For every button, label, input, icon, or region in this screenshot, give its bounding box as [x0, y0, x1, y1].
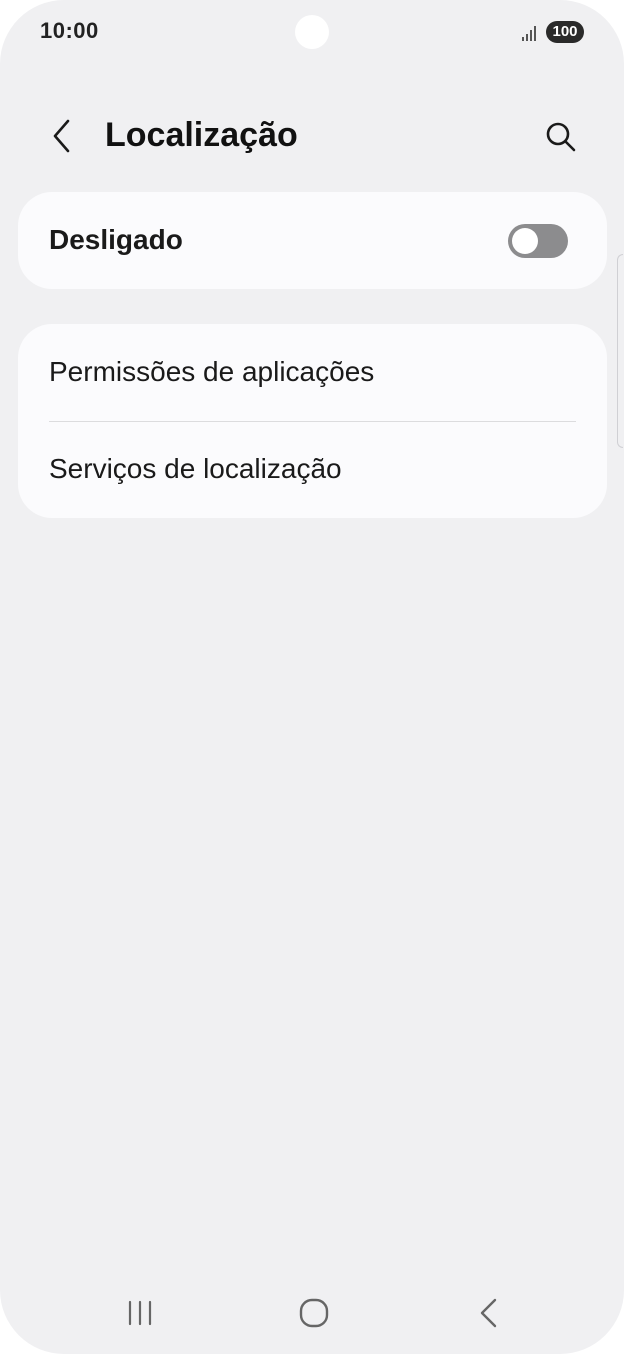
menu-item-label: Permissões de aplicações [49, 356, 375, 387]
search-button[interactable] [538, 114, 584, 160]
page-title: Localização [105, 116, 298, 154]
nav-back-button[interactable] [465, 1292, 513, 1334]
location-options-card: Permissões de aplicações Serviços de loc… [18, 324, 607, 518]
home-button[interactable] [290, 1292, 338, 1334]
status-bar: 10:00 100 [0, 0, 624, 64]
recents-button[interactable] [116, 1292, 164, 1334]
home-icon [299, 1298, 329, 1328]
location-switch[interactable] [508, 224, 568, 258]
battery-indicator: 100 [546, 21, 584, 43]
switch-knob [512, 228, 538, 254]
app-bar: Localização [0, 100, 624, 172]
back-button[interactable] [40, 114, 84, 158]
menu-item-label: Serviços de localização [49, 453, 342, 484]
back-icon [480, 1298, 497, 1328]
navigation-bar [0, 1280, 624, 1346]
menu-item-app-permissions[interactable]: Permissões de aplicações [18, 324, 607, 421]
front-camera-cutout [295, 15, 329, 49]
search-icon [546, 122, 576, 152]
phone-screen: 10:00 100 Localização Desligado Permissõ… [0, 0, 624, 1354]
menu-item-location-services[interactable]: Serviços de localização [18, 421, 607, 518]
status-time: 10:00 [40, 18, 99, 43]
recents-icon [128, 1300, 152, 1326]
signal-bars-icon [522, 26, 536, 41]
location-toggle-label: Desligado [49, 224, 183, 255]
chevron-left-icon [53, 119, 70, 153]
location-toggle-card[interactable]: Desligado [18, 192, 607, 289]
edge-panel-handle[interactable] [617, 254, 623, 448]
